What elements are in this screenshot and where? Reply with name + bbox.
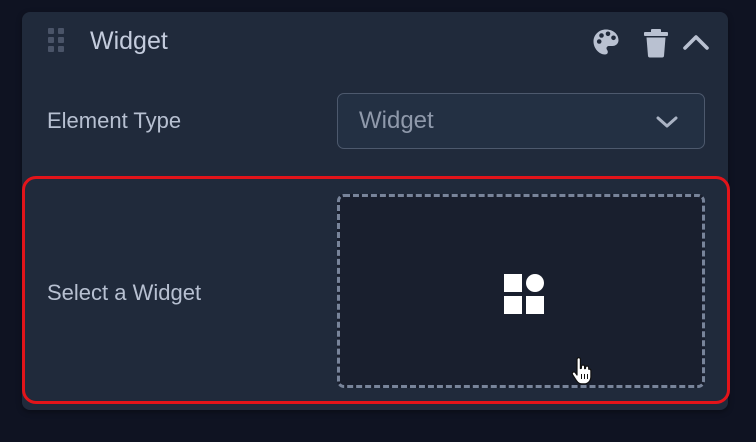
- drag-handle-icon[interactable]: [46, 26, 66, 54]
- widget-panel: Widget Element Type Widget Select a Widg…: [22, 12, 730, 410]
- palette-icon[interactable]: [592, 28, 620, 56]
- element-type-label: Element Type: [47, 108, 182, 133]
- panel-header: Widget: [22, 12, 728, 72]
- chevron-down-icon: [654, 111, 680, 133]
- trash-icon[interactable]: [642, 28, 670, 58]
- widgets-icon: [503, 273, 545, 315]
- element-type-value: Widget: [359, 107, 434, 134]
- chevron-up-icon[interactable]: [682, 28, 710, 56]
- select-widget-label: Select a Widget: [47, 280, 202, 305]
- panel-title: Widget: [90, 27, 168, 55]
- hand-pointer-icon: [571, 357, 593, 385]
- element-type-select[interactable]: Widget: [337, 93, 705, 149]
- widget-dropzone[interactable]: [337, 194, 705, 388]
